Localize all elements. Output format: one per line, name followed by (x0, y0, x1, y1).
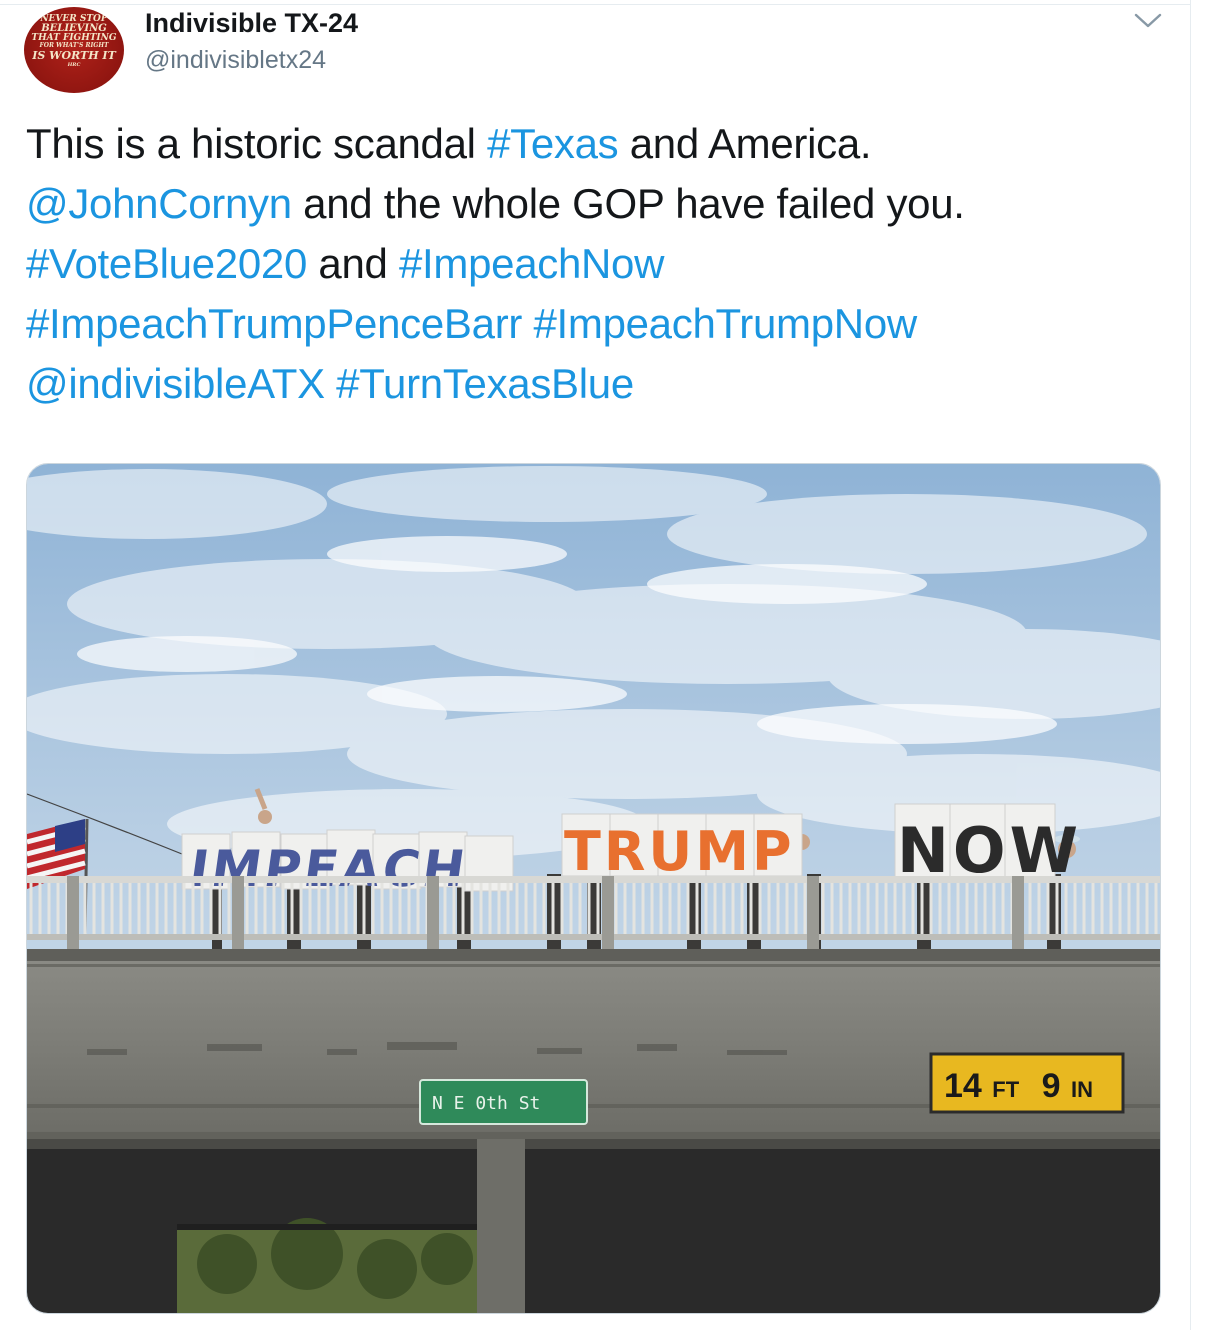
tweet-text-segment: and (307, 240, 399, 287)
hashtag-link[interactable]: #Texas (487, 120, 619, 167)
avatar[interactable]: NEVER STOP BELIEVING THAT FIGHTING FOR W… (24, 7, 124, 93)
photo-overpass-protest: IMPEACH TRUMP NOW N E 0th St 14 FT 9 IN (27, 464, 1160, 1313)
tweet-text-line: #ImpeachTrumpPenceBarr #ImpeachTrumpNow (26, 294, 1166, 354)
hashtag-link[interactable]: #ImpeachTrumpNow (533, 300, 917, 347)
clearance-sign: 14 FT 9 IN (929, 1052, 1125, 1114)
hashtag-link[interactable]: #TurnTexasBlue (336, 360, 634, 407)
timeline-border (1190, 0, 1191, 1330)
hashtag-link[interactable]: #ImpeachTrumpPenceBarr (26, 300, 522, 347)
tweet-photo[interactable]: IMPEACH TRUMP NOW N E 0th St 14 FT 9 IN (26, 463, 1161, 1314)
chevron-down-icon[interactable] (1130, 6, 1166, 34)
hashtag-link[interactable]: #ImpeachNow (399, 240, 664, 287)
avatar-lettering: NEVER STOP BELIEVING THAT FIGHTING FOR W… (31, 14, 117, 68)
tweet-text-segment (522, 300, 533, 347)
tweet-text: This is a historic scandal #Texas and Am… (26, 114, 1166, 414)
tweet-text-line: This is a historic scandal #Texas and Am… (26, 114, 1166, 174)
svg-text:N E 0th St: N E 0th St (432, 1093, 540, 1114)
tweet-text-segment: and the whole GOP have failed you. (291, 180, 965, 227)
tweet-text-line: #VoteBlue2020 and #ImpeachNow (26, 234, 1166, 294)
author-handle[interactable]: @indivisibletx24 (145, 46, 326, 75)
tweet-text-segment: This is a historic scandal (26, 120, 488, 167)
tweet-text-segment (325, 360, 336, 407)
tweet-text-line: @JohnCornyn and the whole GOP have faile… (26, 174, 1166, 234)
tweet-text-line: @indivisibleATX #TurnTexasBlue (26, 354, 1166, 414)
tweet: NEVER STOP BELIEVING THAT FIGHTING FOR W… (0, 0, 1190, 1330)
mention-link[interactable]: @JohnCornyn (26, 180, 292, 227)
tweet-text-segment: and America. (618, 120, 872, 167)
author-name[interactable]: Indivisible TX-24 (145, 8, 358, 39)
street-sign: N E 0th St (419, 1079, 588, 1125)
svg-text:TRUMP: TRUMP (564, 820, 795, 883)
mention-link[interactable]: @indivisibleATX (26, 360, 325, 407)
hashtag-link[interactable]: #VoteBlue2020 (26, 240, 307, 287)
